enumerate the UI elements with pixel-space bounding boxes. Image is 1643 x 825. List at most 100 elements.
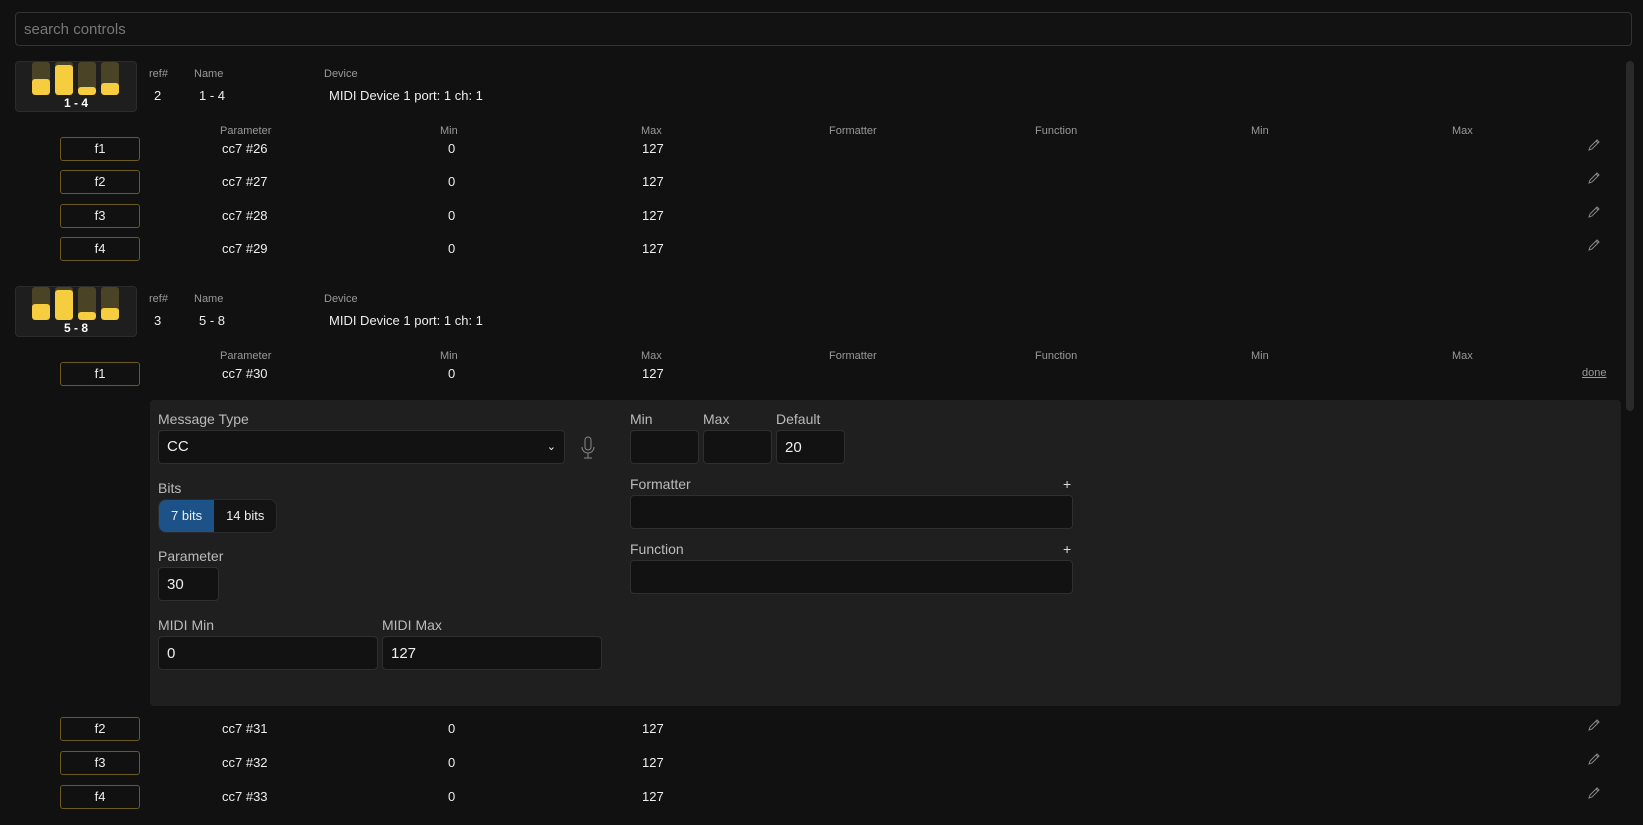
edit-pencil-icon[interactable] [1587,718,1601,732]
row-min: 0 [448,241,456,256]
formatter-column-header: Formatter [829,125,877,137]
bits-7-option[interactable]: 7 bits [159,500,215,532]
max-input[interactable] [703,430,772,464]
min-label: Min [630,411,653,427]
control-editor: Message Type CC ⌄ Bits 7 bits 14 bits Par… [150,400,1621,706]
control-label-button[interactable]: f3 [60,204,140,228]
row-max: 127 [642,241,664,256]
name-header: Name [194,68,224,80]
name-header: Name [194,293,224,305]
control-label-button[interactable]: f4 [60,237,140,261]
control-label-button[interactable]: f1 [60,137,140,161]
add-formatter-button[interactable]: + [1063,476,1071,492]
microphone-icon[interactable] [580,436,596,460]
default-input[interactable] [776,430,845,464]
min-column-header: Min [440,350,458,362]
row-min: 0 [448,208,456,223]
level-fill [101,83,119,95]
thumbnail-label: 5 - 8 [63,321,88,335]
level-meter [101,287,119,320]
row-max: 127 [642,174,664,189]
control-label-button[interactable]: f3 [60,751,140,775]
level-meter [32,287,50,320]
edit-pencil-icon[interactable] [1587,786,1601,800]
level-meter [78,287,96,320]
control-label-button[interactable]: f1 [60,362,140,386]
level-fill [78,86,96,95]
bits-label: Bits [158,480,182,496]
message-type-select[interactable]: CC ⌄ [158,430,565,464]
control-label-button[interactable]: f2 [60,170,140,194]
row-max: 127 [642,141,664,156]
parameter-column-header: Parameter [220,125,272,137]
level-fill [55,290,73,320]
row-parameter: cc7 #26 [222,141,268,156]
add-function-button[interactable]: + [1063,541,1071,557]
row-min: 0 [448,141,456,156]
midi-max-input[interactable] [382,636,602,670]
edit-pencil-icon[interactable] [1587,205,1601,219]
edit-pencil-icon[interactable] [1587,138,1601,152]
edit-pencil-icon[interactable] [1587,171,1601,185]
group-thumbnail[interactable]: 1 - 4 [15,61,137,112]
row-min: 0 [448,789,456,804]
row-parameter: cc7 #27 [222,174,268,189]
control-label-button[interactable]: f2 [60,717,140,741]
chevron-down-icon: ⌄ [546,441,556,453]
group-device[interactable]: MIDI Device 1 port: 1 ch: 1 [329,313,483,328]
bits-toggle: 7 bits 14 bits [158,499,278,533]
max-column-header: Max [1452,350,1473,362]
row-max: 127 [642,366,664,381]
midi-min-input[interactable] [158,636,378,670]
level-meter [55,287,73,320]
row-parameter: cc7 #33 [222,789,268,804]
level-fill [32,303,50,320]
row-parameter: cc7 #28 [222,208,268,223]
ref-header: ref# [149,293,168,305]
control-label-button[interactable]: f4 [60,785,140,809]
level-fill [78,311,96,320]
level-meter [101,62,119,95]
group-device[interactable]: MIDI Device 1 port: 1 ch: 1 [329,88,483,103]
min-column-header: Min [1251,125,1269,137]
max-column-header: Max [1452,125,1473,137]
level-meter [55,62,73,95]
done-button[interactable]: done [1582,367,1606,379]
bits-14-option[interactable]: 14 bits [214,500,277,532]
formatter-input[interactable] [630,495,1073,529]
row-min: 0 [448,174,456,189]
function-input[interactable] [630,560,1073,594]
search-input[interactable] [15,12,1632,46]
parameter-input[interactable] [158,567,219,601]
thumbnail-label: 1 - 4 [63,96,88,110]
edit-pencil-icon[interactable] [1587,752,1601,766]
row-parameter: cc7 #29 [222,241,268,256]
message-type-label: Message Type [158,411,249,427]
max-label: Max [703,411,730,427]
row-min: 0 [448,755,456,770]
group-name[interactable]: 1 - 4 [199,88,225,103]
function-column-header: Function [1035,125,1078,137]
min-column-header: Min [440,125,458,137]
group-thumbnail[interactable]: 5 - 8 [15,286,137,337]
min-input[interactable] [630,430,699,464]
formatter-column-header: Formatter [829,350,877,362]
device-header: Device [324,68,358,80]
row-parameter: cc7 #30 [222,366,268,381]
group-ref: 3 [154,313,162,328]
ref-header: ref# [149,68,168,80]
max-column-header: Max [641,350,662,362]
row-parameter: cc7 #31 [222,721,268,736]
edit-pencil-icon[interactable] [1587,238,1601,252]
row-max: 127 [642,789,664,804]
row-min: 0 [448,366,456,381]
scrollbar[interactable] [1626,61,1634,411]
parameter-label: Parameter [158,548,224,564]
level-meter [32,62,50,95]
midi-min-label: MIDI Min [158,617,214,633]
function-label: Function [630,541,684,557]
row-max: 127 [642,755,664,770]
device-header: Device [324,293,358,305]
group-name[interactable]: 5 - 8 [199,313,225,328]
formatter-label: Formatter [630,476,691,492]
